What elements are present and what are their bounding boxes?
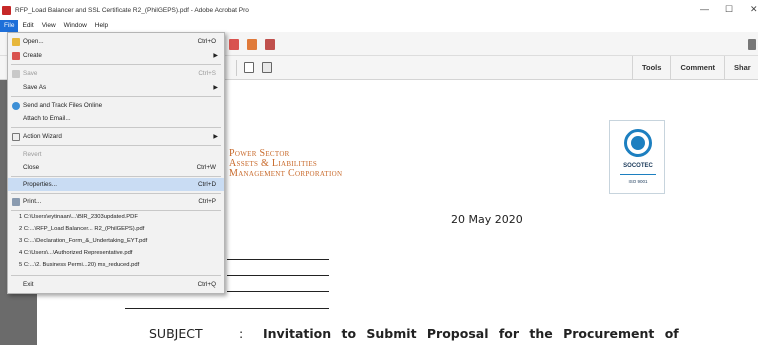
window-title: RFP_Load Balancer and SSL Certificate R2… [15,6,249,14]
send-online-icon [12,101,20,110]
socotec-iso: ISO 9001 [628,179,648,184]
action-wizard-icon [12,132,20,141]
menu-separator [11,127,221,128]
menu-save[interactable]: Save Ctrl+S [8,67,224,80]
combine-files-icon[interactable] [247,39,257,50]
menu-shortcut: Ctrl+O [197,38,216,45]
menu-separator [11,96,221,97]
menu-shortcut: Ctrl+S [198,70,216,77]
recent-file[interactable]: 3 C:...\Declaration_Form_&_Undertaking_E… [19,238,147,244]
socotec-divider [620,174,656,175]
menu-label: Save As [23,84,47,91]
recent-file[interactable]: 5 C:...\2. Business Permi...20) ms_reduc… [19,262,139,268]
menu-shortcut: Ctrl+W [196,164,216,171]
recipient-line [227,275,329,276]
subject-label: SUBJECT [149,326,203,341]
menu-file[interactable]: File [0,20,19,32]
menu-edit[interactable]: Edit [18,20,37,32]
toolbar-overflow-icon[interactable] [748,39,756,50]
save-icon [12,69,20,78]
create-pdf-icon [12,51,20,60]
submenu-arrow-icon: ▶ [213,53,218,59]
minimize-button[interactable]: — [700,4,709,14]
menu-label: Send and Track Files Online [23,102,103,109]
menu-label: Save [23,70,38,77]
menu-print[interactable]: Print... Ctrl+P [8,195,224,208]
printer-icon [12,197,20,206]
recipient-line [125,308,329,309]
socotec-name: SOCOTEC [623,163,653,169]
subject-text: Invitation to Submit Proposal for the Pr… [263,326,679,341]
subject-colon: : [239,326,244,341]
menu-separator [11,210,221,211]
tab-comment[interactable]: Comment [670,56,724,80]
menu-separator [11,64,221,65]
menu-separator [11,176,221,177]
menu-exit[interactable]: Exit Ctrl+Q [8,278,224,291]
menu-separator [11,193,221,194]
menu-open[interactable]: Open... Ctrl+O [8,35,224,48]
fit-page-icon[interactable] [244,62,254,73]
recipient-line [227,259,329,260]
menu-separator [11,275,221,276]
psalm-logo: Power Sector Assets & Liabilities Manage… [229,149,359,179]
submenu-arrow-icon: ▶ [213,134,218,140]
menu-label: Open... [23,38,44,45]
menu-shortcut: Ctrl+P [198,198,216,205]
file-menu-dropdown: Open... Ctrl+O Create ▶ Save Ctrl+S Save… [7,32,225,294]
menu-bar: File Edit View Window Help [0,20,758,32]
folder-icon [12,37,20,46]
menu-label: Action Wizard [23,133,62,140]
acrobat-icon [2,5,11,15]
menu-create[interactable]: Create ▶ [8,49,224,62]
menu-label: Create [23,52,42,59]
recipient-line [227,291,329,292]
menu-window[interactable]: Window [60,20,91,32]
title-bar: RFP_Load Balancer and SSL Certificate R2… [0,0,758,20]
logo-line: Management Corporation [229,168,343,179]
tab-tools[interactable]: Tools [632,56,670,80]
socotec-certification-badge: SOCOTEC ISO 9001 [609,120,665,194]
letter-date: 20 May 2020 [451,213,523,226]
subject-line: SUBJECT: Invitation to Submit Proposal fo… [149,326,679,341]
recent-file[interactable]: 4 C:\Users\...\Authorized Representative… [19,250,132,256]
menu-shortcut: Ctrl+D [197,181,216,188]
export-pdf-icon[interactable] [265,39,275,50]
menu-label: Properties... [23,181,57,188]
menu-help[interactable]: Help [91,20,112,32]
menu-label: Exit [23,281,34,288]
menu-save-as[interactable]: Save As ▶ [8,81,224,94]
maximize-button[interactable]: ☐ [725,4,733,15]
recent-file[interactable]: 1 C:\Users\eytinaan\...\BIR_2303updated.… [19,214,138,220]
tab-share[interactable]: Shar [724,56,758,80]
menu-label: Print... [23,198,42,205]
menu-attach-email[interactable]: Attach to Email... [8,112,224,125]
close-button[interactable]: ✕ [750,4,758,15]
menu-action-wizard[interactable]: Action Wizard ▶ [8,130,224,143]
menu-view[interactable]: View [38,20,60,32]
menu-label: Close [23,164,40,171]
menu-revert[interactable]: Revert [8,148,224,161]
toolbar-divider [236,60,237,76]
menu-properties[interactable]: Properties... Ctrl+D [8,178,224,191]
menu-send-track[interactable]: Send and Track Files Online [8,99,224,112]
panel-tabs: Tools Comment Shar [632,56,758,80]
menu-shortcut: Ctrl+Q [197,281,216,288]
read-mode-icon[interactable] [262,62,272,73]
socotec-core-icon [631,136,645,150]
recent-file[interactable]: 2 C:...\RFP_Load Balancer... R2_(PhilGEP… [19,226,144,232]
create-pdf-icon[interactable] [229,39,239,50]
menu-label: Revert [23,151,42,158]
submenu-arrow-icon: ▶ [213,85,218,91]
menu-close[interactable]: Close Ctrl+W [8,161,224,174]
menu-label: Attach to Email... [23,115,71,122]
menu-separator [11,145,221,146]
